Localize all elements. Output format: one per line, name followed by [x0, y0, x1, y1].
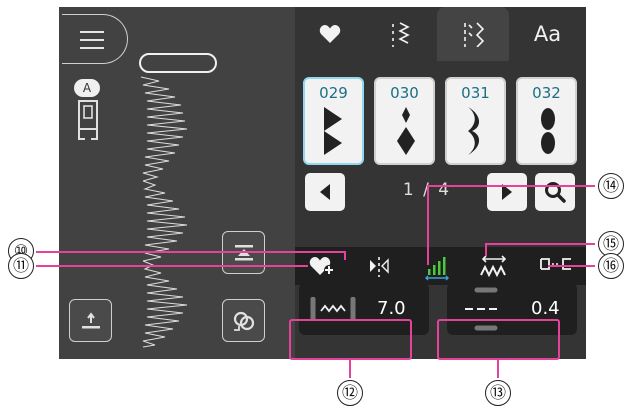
callout-12: ⑫	[337, 380, 363, 406]
callout-11: ⑪	[8, 253, 34, 279]
callout-leader-lines	[36, 185, 595, 378]
callout-16: ⑯	[598, 253, 624, 279]
callout-13: ⑬	[485, 380, 511, 406]
callout-14: ⑭	[598, 173, 624, 199]
